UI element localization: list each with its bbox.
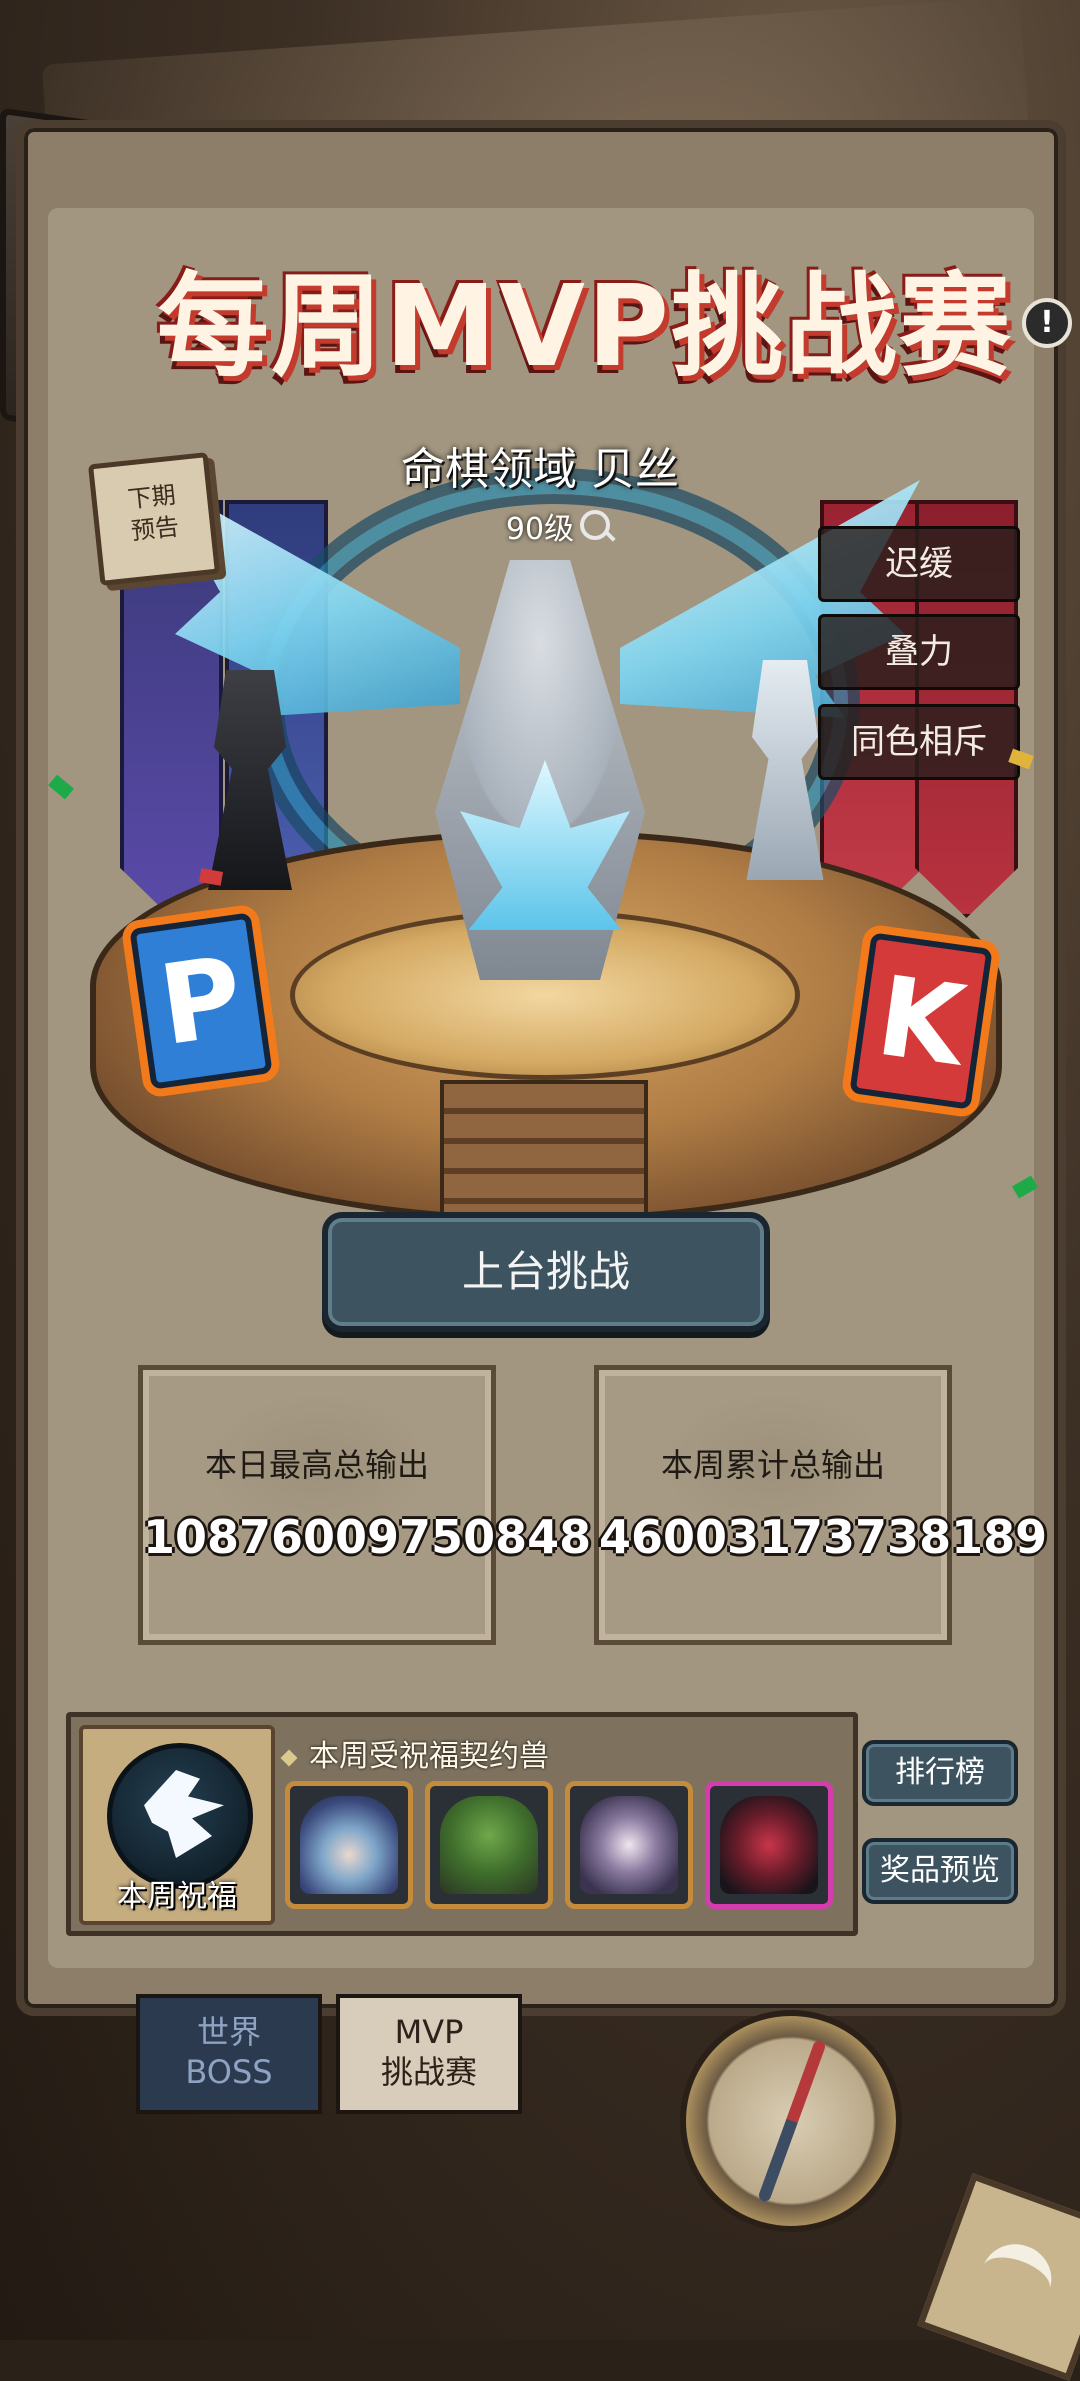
tab-mvp-line2: 挑战赛 xyxy=(380,2053,477,2091)
dragon-beast-icon xyxy=(720,1796,818,1894)
tab-mvp-line1: MVP xyxy=(394,2013,464,2051)
blessing-panel: 本周祝福 本周受祝福契约兽 xyxy=(66,1712,858,1936)
compass-needle xyxy=(757,2039,827,2203)
trait-tag-stack[interactable]: 叠力 xyxy=(818,614,1020,690)
blessed-beasts-title-text: 本周受祝福契约兽 xyxy=(309,1739,549,1774)
daily-stat-value: 10876009750848 xyxy=(143,1510,592,1564)
weekly-stat-value: 46003173738189 xyxy=(599,1510,1048,1564)
search-icon[interactable] xyxy=(580,510,610,540)
moss-turtle-beast-icon xyxy=(440,1796,538,1894)
wolf-beast-icon xyxy=(580,1796,678,1894)
p-sign: P xyxy=(129,912,273,1090)
tab-world-boss[interactable]: 世界 BOSS xyxy=(136,1994,322,2114)
blessing-label: 本周祝福 xyxy=(117,1879,237,1914)
k-sign: K xyxy=(849,932,993,1110)
weekly-blessing-button[interactable]: 本周祝福 xyxy=(79,1725,275,1925)
tab-world-boss-line2: BOSS xyxy=(185,2053,273,2091)
leaderboard-button[interactable]: 排行榜 xyxy=(862,1740,1018,1806)
hooded-mage-beast-icon xyxy=(300,1796,398,1894)
beast-slot-2[interactable] xyxy=(425,1781,553,1909)
next-preview-button[interactable]: 下期 预告 xyxy=(87,452,221,586)
weekly-stat-label: 本周累计总输出 xyxy=(660,1446,885,1484)
weekly-stat-card: 本周累计总输出 46003173738189 xyxy=(594,1365,1048,1645)
tab-mvp-challenge[interactable]: MVP 挑战赛 xyxy=(336,1994,522,2114)
compass-icon[interactable] xyxy=(680,2010,902,2232)
boss-name: 命棋领域 贝丝 xyxy=(401,444,679,495)
blessing-orb-icon xyxy=(107,1743,253,1889)
trait-tag-repel[interactable]: 同色相斥 xyxy=(818,704,1020,780)
daily-stat-label: 本日最高总输出 xyxy=(204,1446,429,1484)
diamond-icon xyxy=(280,1749,298,1766)
info-icon[interactable]: ! xyxy=(1022,298,1072,348)
beast-slot-3[interactable] xyxy=(565,1781,693,1909)
beast-slot-1[interactable] xyxy=(285,1781,413,1909)
prize-preview-button[interactable]: 奖品预览 xyxy=(862,1838,1018,1904)
trait-tag-slow[interactable]: 迟缓 xyxy=(818,526,1020,602)
share-arrow-icon xyxy=(972,2234,1061,2321)
blessed-beasts-title: 本周受祝福契约兽 xyxy=(280,1731,549,1775)
platform-stairs xyxy=(440,1080,648,1228)
claw-icon xyxy=(144,1770,224,1858)
event-title: 每周MVP挑战赛 xyxy=(156,262,1014,392)
daily-stat-card: 本日最高总输出 10876009750848 xyxy=(138,1365,592,1645)
boss-level: 90级 xyxy=(505,512,575,547)
challenge-button[interactable]: 上台挑战 xyxy=(322,1212,770,1332)
beast-slot-4[interactable] xyxy=(705,1781,833,1909)
tab-world-boss-line1: 世界 xyxy=(196,2013,261,2051)
